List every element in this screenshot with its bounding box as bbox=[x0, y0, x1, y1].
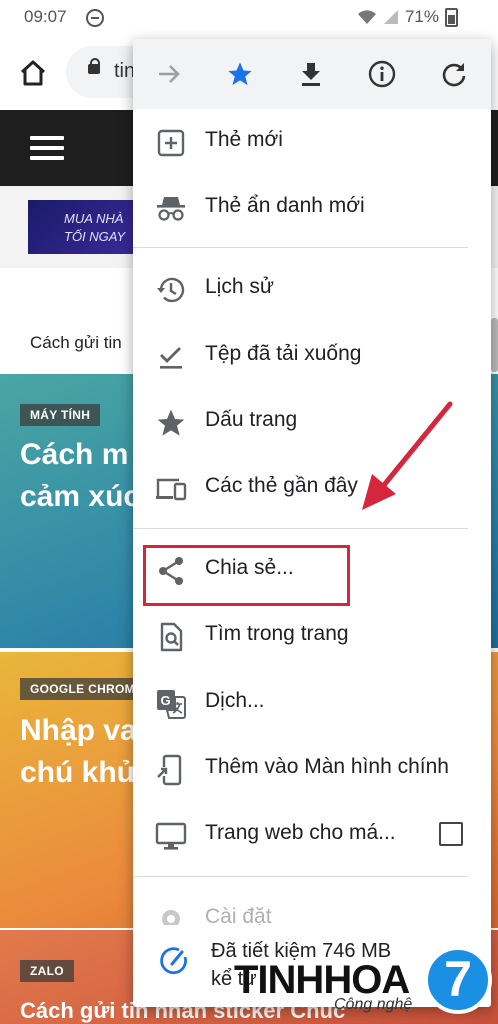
scrollbar-thumb[interactable] bbox=[491, 318, 498, 372]
menu-item-new-tab[interactable]: Thẻ mới bbox=[133, 109, 491, 175]
red-arrow-annotation bbox=[362, 401, 453, 510]
article-title-line[interactable]: Nhập va bbox=[20, 710, 137, 752]
menu-item-add-to-home-screen[interactable]: Thêm vào Màn hình chính bbox=[133, 736, 491, 802]
menu-item-label: Trang web cho má... bbox=[205, 821, 396, 844]
wifi-icon bbox=[357, 10, 376, 24]
menu-item-label: Thẻ mới bbox=[205, 128, 283, 151]
watermark-subtitle: Công nghệ bbox=[334, 996, 413, 1013]
menu-item-settings[interactable]: Cài đặt bbox=[133, 899, 491, 925]
menu-action-bar bbox=[133, 39, 491, 109]
svg-text:G: G bbox=[161, 693, 171, 708]
star-filled-icon[interactable] bbox=[224, 58, 256, 90]
gear-icon bbox=[162, 910, 180, 925]
refresh-icon[interactable] bbox=[438, 58, 470, 90]
category-tag[interactable]: MÁY TÍNH bbox=[20, 404, 101, 426]
data-saver-gauge-icon bbox=[160, 947, 187, 975]
devices-icon bbox=[156, 478, 187, 501]
article-title-line[interactable]: Cách m bbox=[20, 434, 128, 476]
banner-ad[interactable]: MUA NHÀ TỐI NGAY bbox=[28, 200, 138, 254]
ad-line-1: MUA NHÀ bbox=[64, 211, 124, 226]
menu-item-label: Tệp đã tải xuống bbox=[205, 342, 362, 365]
signal-icon bbox=[383, 10, 398, 24]
do-not-disturb-icon bbox=[86, 9, 104, 27]
ad-line-2: TỐI NGAY bbox=[64, 229, 126, 244]
status-time: 09:07 bbox=[24, 7, 67, 26]
menu-item-label: Lịch sử bbox=[205, 275, 274, 298]
menu-item-label: Cài đặt bbox=[205, 905, 272, 925]
battery-percent: 71% bbox=[404, 7, 439, 26]
url-text: tin bbox=[114, 60, 136, 82]
downloads-check-icon bbox=[160, 347, 182, 369]
desktop-site-checkbox[interactable] bbox=[439, 822, 463, 846]
menu-item-history[interactable]: Lịch sử bbox=[133, 256, 491, 322]
menu-divider bbox=[133, 247, 468, 248]
breadcrumb[interactable]: Cách gửi tin bbox=[30, 333, 122, 353]
add-to-home-icon bbox=[157, 754, 182, 786]
battery-icon bbox=[445, 7, 458, 27]
info-icon[interactable] bbox=[366, 58, 398, 90]
menu-item-translate[interactable]: G Dịch... bbox=[133, 670, 491, 736]
download-icon[interactable] bbox=[295, 58, 327, 90]
menu-item-label: Tìm trong trang bbox=[205, 622, 349, 645]
menu-item-find-in-page[interactable]: Tìm trong trang bbox=[133, 603, 491, 669]
category-tag[interactable]: ZALO bbox=[20, 960, 74, 982]
article-title-line[interactable]: chú khử bbox=[20, 752, 138, 794]
menu-item-downloads[interactable]: Tệp đã tải xuống bbox=[133, 323, 491, 389]
menu-item-new-incognito-tab[interactable]: Thẻ ẩn danh mới bbox=[133, 175, 491, 241]
lock-icon bbox=[88, 58, 100, 74]
status-bar: 09:07 71% bbox=[0, 0, 498, 34]
hamburger-menu-icon[interactable] bbox=[30, 136, 64, 160]
menu-item-label: Các thẻ gần đây bbox=[205, 474, 358, 497]
article-title-line[interactable]: cảm xúc bbox=[20, 476, 140, 518]
menu-item-label: Dấu trang bbox=[205, 408, 298, 431]
menu-divider bbox=[133, 528, 468, 529]
tinhhoa-watermark: TINHHOA Công nghệ 7 bbox=[220, 940, 498, 1024]
translate-icon: G bbox=[157, 690, 186, 719]
menu-item-desktop-site[interactable]: Trang web cho má... bbox=[133, 802, 491, 868]
find-in-page-icon bbox=[160, 622, 183, 652]
menu-item-label: Dịch... bbox=[205, 689, 265, 712]
home-icon[interactable] bbox=[18, 58, 48, 88]
highlight-box bbox=[143, 545, 350, 606]
menu-divider bbox=[133, 876, 468, 877]
star-icon bbox=[157, 409, 185, 436]
menu-item-label: Thẻ ẩn danh mới bbox=[205, 194, 365, 217]
watermark-logo: 7 bbox=[424, 946, 492, 1014]
menu-item-label: Thêm vào Màn hình chính bbox=[205, 755, 449, 778]
chrome-overflow-menu: Thẻ mới Thẻ ẩn danh mới Lịch sử Tệp đã t… bbox=[133, 39, 491, 1007]
forward-icon[interactable] bbox=[153, 58, 185, 90]
incognito-icon bbox=[157, 197, 185, 221]
category-tag[interactable]: GOOGLE CHROM bbox=[20, 678, 145, 700]
new-tab-icon bbox=[157, 129, 185, 157]
desktop-icon bbox=[155, 822, 187, 850]
history-icon bbox=[157, 277, 185, 303]
